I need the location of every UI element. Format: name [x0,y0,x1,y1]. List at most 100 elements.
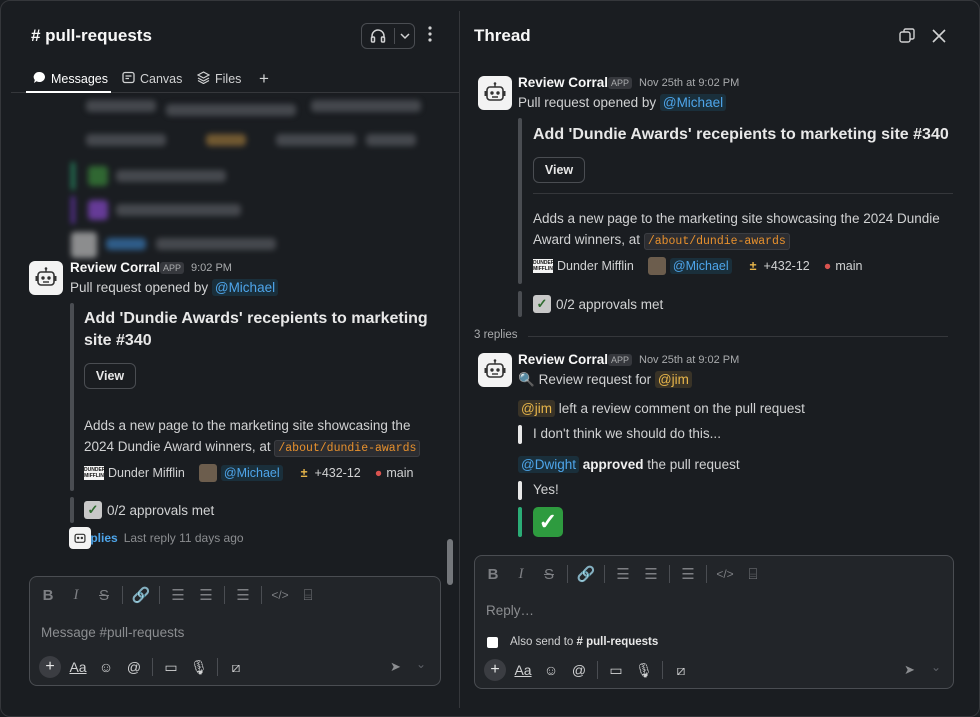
tab-messages[interactable]: Messages [33,68,108,90]
add-attachment-button[interactable]: + [481,656,509,684]
also-send-row: Also send to # pull-requests [487,636,658,648]
diff-icon: ± [300,466,308,480]
branch-icon: ● [823,259,832,273]
add-tab-button[interactable]: + [259,68,269,90]
ordered-list-icon[interactable]: ☰ [609,560,637,588]
scrollbar[interactable] [447,539,453,585]
formatting-toolbar: B I S 🔗 ☰ ☰ ☰ </> ⌸ [475,556,953,592]
pr-title[interactable]: Add 'Dundie Awards' recepients to market… [533,124,963,146]
app-badge: APP [608,354,633,366]
pr-author-mention[interactable]: @Michael [220,465,283,481]
message-input[interactable]: Message #pull-requests [41,625,184,640]
dunder-mifflin-logo: DUNDER MIFFLIN [533,259,555,273]
emoji-icon[interactable]: ☺ [92,653,120,681]
slash-command-icon[interactable]: ⧄ [667,656,695,684]
link-icon[interactable]: 🔗 [572,560,600,588]
bold-icon[interactable]: B [479,560,507,588]
michael-avatar [198,464,217,482]
text-format-icon[interactable]: Aa [64,653,92,681]
root-author[interactable]: Review Corral [518,75,608,90]
channel-header: # pull-requests [11,11,459,61]
code-block-icon[interactable]: ⌸ [739,560,767,588]
microphone-icon[interactable]: 🎙 [185,653,213,681]
review-corral-avatar[interactable] [478,353,512,387]
huddle-button[interactable] [361,23,415,49]
slash-command-icon[interactable]: ⧄ [222,653,250,681]
code-icon[interactable]: </> [711,560,739,588]
bold-icon[interactable]: B [34,581,62,609]
pr-title[interactable]: Add 'Dundie Awards' recepients to market… [84,308,434,352]
root-body: Pull request opened by @Michael [518,94,727,111]
formatting-toolbar: B I S 🔗 ☰ ☰ ☰ </> ⌸ [30,577,440,613]
pr-description: Adds a new page to the marketing site sh… [533,208,953,252]
microphone-icon[interactable]: 🎙 [630,656,658,684]
code-icon[interactable]: </> [266,581,294,609]
reply-author[interactable]: Review Corral [518,352,608,367]
more-vertical-icon[interactable] [427,25,433,46]
ordered-list-icon[interactable]: ☰ [164,581,192,609]
link-icon[interactable]: 🔗 [127,581,155,609]
blockquote-icon[interactable]: ☰ [229,581,257,609]
view-button[interactable]: View [84,363,136,389]
tab-canvas[interactable]: Canvas [122,68,182,90]
org-name: Dunder Mifflin [557,259,634,273]
message-time[interactable]: 9:02 PM [191,262,232,274]
also-send-checkbox[interactable] [487,636,498,648]
reply-time[interactable]: Nov 25th at 9:02 PM [639,354,739,366]
message-author[interactable]: Review Corral [70,260,160,275]
also-send-channel: # pull-requests [576,636,659,648]
reviewer-mention[interactable]: @jim [654,371,692,388]
video-icon[interactable]: ▭ [157,653,185,681]
close-icon[interactable] [930,27,948,48]
channel-title[interactable]: # pull-requests [31,26,152,46]
blockquote-icon[interactable]: ☰ [674,560,702,588]
mention-icon[interactable]: @ [565,656,593,684]
approver-mention[interactable]: @Dwight [518,456,579,473]
strikethrough-icon[interactable]: S [90,581,118,609]
text-format-icon[interactable]: Aa [509,656,537,684]
commenter-mention[interactable]: @jim [518,400,555,417]
diff-stats: +432-12 [763,259,810,273]
send-icon[interactable]: ➤ [390,659,401,675]
root-time[interactable]: Nov 25th at 9:02 PM [639,77,739,89]
bulleted-list-icon[interactable]: ☰ [637,560,665,588]
thread-replies-row[interactable]: 3 replies Last reply 11 days ago [69,527,244,549]
diff-icon: ± [749,259,757,273]
also-send-prefix: Also send to [510,636,577,648]
user-mention[interactable]: @Michael [659,94,727,111]
dunder-mifflin-logo: DUNDER MIFFLIN [84,466,106,480]
checkmark-icon: ✓ [533,295,551,313]
italic-icon[interactable]: I [507,560,535,588]
view-button[interactable]: View [533,157,585,183]
review-comment-text: left a review comment on the pull reques… [554,401,805,416]
review-corral-avatar[interactable] [29,261,63,295]
add-attachment-button[interactable]: + [36,653,64,681]
approve-text: the pull request [643,457,740,472]
review-request-text: Review request for [538,372,655,387]
app-badge: APP [160,262,185,274]
strikethrough-icon[interactable]: S [535,560,563,588]
tab-files-label: Files [215,72,242,86]
emoji-icon[interactable]: ☺ [537,656,565,684]
video-icon[interactable]: ▭ [602,656,630,684]
pr-author-mention[interactable]: @Michael [669,258,732,274]
branch-icon: ● [374,466,383,480]
popout-icon[interactable] [898,27,916,48]
also-send-label: Also send to # pull-requests [510,636,658,648]
reply-input[interactable]: Reply… [486,603,534,618]
code-block-icon[interactable]: ⌸ [294,581,322,609]
chevron-down-icon[interactable] [399,28,411,47]
approved-bold: approved [582,457,644,472]
opened-by-text: Pull request opened by [70,280,212,295]
bulleted-list-icon[interactable]: ☰ [192,581,220,609]
tab-files[interactable]: Files [196,68,242,90]
user-mention[interactable]: @Michael [211,279,279,296]
italic-icon[interactable]: I [62,581,90,609]
attachment-bar [70,303,74,491]
review-corral-avatar[interactable] [478,76,512,110]
active-tab-indicator [26,91,111,93]
send-icon[interactable]: ➤ [904,662,915,678]
mention-icon[interactable]: @ [120,653,148,681]
send-options-chevron-icon[interactable]: ⌄ [931,660,941,674]
send-options-chevron-icon[interactable]: ⌄ [416,657,426,671]
